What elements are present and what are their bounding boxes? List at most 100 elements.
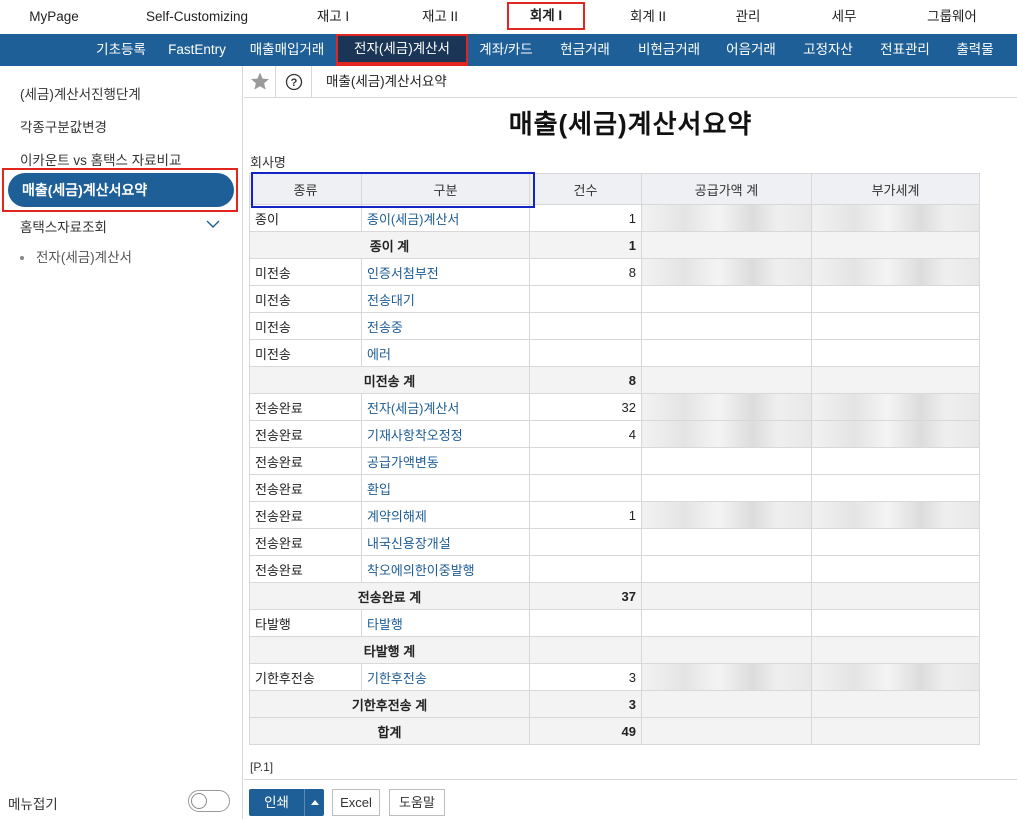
category-link[interactable]: 내국신용장개설 (361, 528, 530, 556)
top-menu-accounting-2[interactable]: 회계 II (620, 0, 676, 34)
sub-menu-cash[interactable]: 현금거래 (554, 34, 616, 66)
category-link[interactable]: 기한후전송 (361, 663, 530, 691)
sidebar-item-ecount-vs-hometax[interactable]: 이카운트 vs 홈택스 자료비교 (20, 149, 181, 169)
top-menu-groupware[interactable]: 그룹웨어 (918, 0, 986, 34)
category-link[interactable]: 전송중 (361, 312, 530, 340)
table-row[interactable]: 타발행 타발행 (249, 609, 980, 637)
supply-total-cell (641, 204, 812, 232)
subtotal-row[interactable]: 전송완료 계 37 (249, 582, 980, 610)
count-cell: 4 (529, 420, 642, 448)
category-link[interactable]: 타발행 (361, 609, 530, 637)
sidebar-subitem-label: 전자(세금)계산서 (36, 250, 132, 265)
top-menu-management[interactable]: 관리 (728, 0, 768, 34)
type-cell: 전송완료 (249, 393, 362, 421)
sub-menu-printouts[interactable]: 출력물 (950, 34, 1000, 66)
sub-menu-basic-registration[interactable]: 기초등록 (90, 34, 152, 66)
table-row[interactable]: 종이 종이(세금)계산서 1 (249, 204, 980, 232)
subtotal-row[interactable]: 미전송 계8 (249, 366, 980, 394)
header-vat-total[interactable]: 부가세계 (811, 173, 980, 205)
sidebar-item-sales-invoice-summary[interactable]: 매출(세금)계산서요약 (8, 173, 234, 207)
table-row[interactable]: 전송완료 전자(세금)계산서 32 (249, 393, 980, 421)
vat-total-cell (811, 420, 980, 448)
category-link[interactable]: 전자(세금)계산서 (361, 393, 530, 421)
vat-total-cell (811, 393, 980, 421)
count-cell (529, 447, 642, 475)
table-row[interactable]: 전송완료 내국신용장개설 (249, 528, 980, 556)
table-row[interactable]: 전송완료 환입 (249, 474, 980, 502)
vat-total-cell (811, 474, 980, 502)
count-cell (529, 312, 642, 340)
category-link[interactable]: 공급가액변동 (361, 447, 530, 475)
type-cell: 미전송 (249, 312, 362, 340)
supply-total-cell (641, 285, 812, 313)
top-menu-tax[interactable]: 세무 (824, 0, 864, 34)
sub-menu-electronic-invoice[interactable]: 전자(세금)계산서 (336, 34, 468, 66)
top-menu-self-customizing[interactable]: Self-Customizing (140, 0, 254, 34)
sub-menu-slip-management[interactable]: 전표관리 (874, 34, 936, 66)
category-link[interactable]: 에러 (361, 339, 530, 367)
category-link[interactable]: 환입 (361, 474, 530, 502)
table-row[interactable]: 전송완료 공급가액변동 (249, 447, 980, 475)
chevron-down-icon[interactable] (205, 218, 221, 230)
count-cell (529, 528, 642, 556)
table-row[interactable]: 전송완료 착오에의한이중발행 (249, 555, 980, 583)
sub-menu-sales-purchase[interactable]: 매출매입거래 (243, 34, 331, 66)
supply-total-cell (641, 690, 812, 718)
top-menu-accounting-1[interactable]: 회계 I (507, 2, 585, 30)
vat-total-cell (811, 447, 980, 475)
help-button[interactable]: ? (276, 66, 312, 98)
sidebar-item-invoice-progress[interactable]: (세금)계산서진행단계 (20, 83, 141, 103)
count-cell: 37 (529, 582, 642, 610)
supply-total-cell (641, 636, 812, 664)
sidebar-item-change-values[interactable]: 각종구분값변경 (20, 116, 107, 136)
category-link[interactable]: 종이(세금)계산서 (361, 204, 530, 232)
sub-menu-fastentry[interactable]: FastEntry (164, 34, 230, 66)
subtotal-label: 종이 계 (249, 231, 530, 259)
subtotal-row[interactable]: 종이 계1 (249, 231, 980, 259)
sub-menu-non-cash[interactable]: 비현금거래 (632, 34, 706, 66)
table-row[interactable]: 미전송 전송중 (249, 312, 980, 340)
top-menu-inventory-1[interactable]: 재고 I (308, 0, 358, 34)
supply-total-cell (641, 231, 812, 259)
subtotal-label: 타발행 계 (249, 636, 530, 664)
vat-total-cell (811, 717, 980, 745)
category-link[interactable]: 계약의해제 (361, 501, 530, 529)
supply-total-cell (641, 447, 812, 475)
category-link[interactable]: 착오에의한이중발행 (361, 555, 530, 583)
caret-up-icon[interactable] (304, 789, 324, 816)
supply-total-cell (641, 528, 812, 556)
category-link[interactable]: 전송대기 (361, 285, 530, 313)
top-menu-inventory-2[interactable]: 재고 II (412, 0, 468, 34)
header-supply-total[interactable]: 공급가액 계 (641, 173, 812, 205)
count-cell (529, 609, 642, 637)
top-menu-mypage[interactable]: MyPage (22, 0, 86, 34)
excel-button[interactable]: Excel (332, 789, 380, 816)
type-cell: 전송완료 (249, 447, 362, 475)
sidebar-subitem-electronic-invoice[interactable]: 전자(세금)계산서 (20, 246, 132, 266)
page-number: [P.1] (250, 760, 274, 774)
category-link[interactable]: 인증서첨부전 (361, 258, 530, 286)
count-cell: 32 (529, 393, 642, 421)
header-count[interactable]: 건수 (529, 173, 642, 205)
sub-menu-notes[interactable]: 어음거래 (720, 34, 782, 66)
help-text-button[interactable]: 도움말 (389, 789, 445, 816)
table-row[interactable]: 미전송 에러 (249, 339, 980, 367)
subtotal-row[interactable]: 기한후전송 계3 (249, 690, 980, 718)
sub-menu-fixed-assets[interactable]: 고정자산 (797, 34, 859, 66)
category-link[interactable]: 기재사항착오정정 (361, 420, 530, 448)
sub-menu-account-card[interactable]: 계좌/카드 (474, 34, 538, 66)
table-row[interactable]: 전송완료 기재사항착오정정 4 (249, 420, 980, 448)
sub-menu: 기초등록 FastEntry 매출매입거래 전자(세금)계산서 계좌/카드 현금… (0, 34, 1017, 66)
favorite-button[interactable] (244, 66, 276, 98)
vat-total-cell (811, 204, 980, 232)
table-row[interactable]: 미전송 인증서첨부전 8 (249, 258, 980, 286)
table-row[interactable]: 기한후전송 기한후전송 3 (249, 663, 980, 691)
table-row[interactable]: 미전송 전송대기 (249, 285, 980, 313)
sidebar-item-hometax-lookup[interactable]: 홈택스자료조회 (20, 216, 107, 236)
subtotal-row[interactable]: 합계 49 (249, 717, 980, 745)
subtotal-row[interactable]: 타발행 계 (249, 636, 980, 664)
print-button[interactable]: 인쇄 (249, 789, 304, 816)
table-row[interactable]: 전송완료 계약의해제 1 (249, 501, 980, 529)
supply-total-cell (641, 474, 812, 502)
menu-fold-toggle[interactable] (188, 790, 230, 812)
